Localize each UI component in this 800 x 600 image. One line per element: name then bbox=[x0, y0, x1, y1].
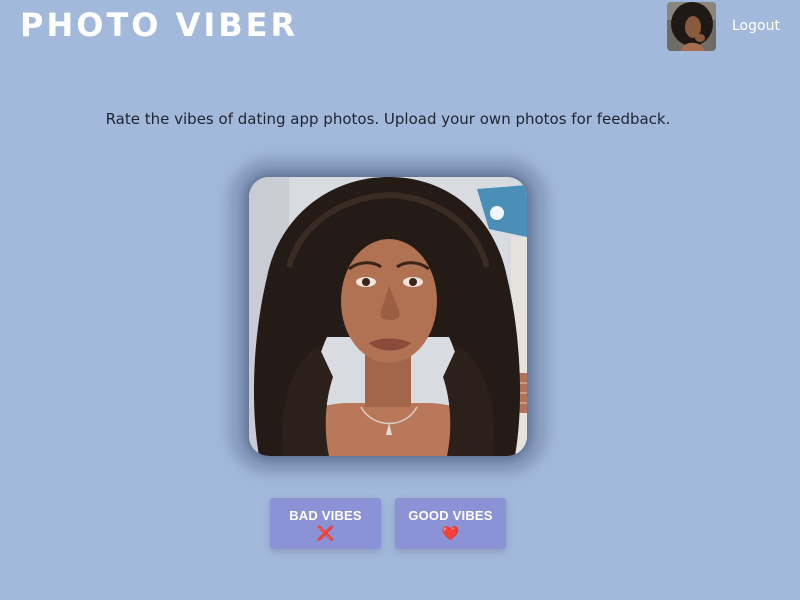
page-tagline: Rate the vibes of dating app photos. Upl… bbox=[105, 110, 671, 128]
avatar-image-icon bbox=[667, 2, 716, 51]
user-avatar[interactable] bbox=[667, 2, 716, 51]
good-vibes-label: GOOD VIBES bbox=[408, 508, 493, 523]
app-title: PHOTO VIBER bbox=[20, 6, 299, 44]
portrait-photo-icon bbox=[249, 177, 527, 456]
logout-link[interactable]: Logout bbox=[732, 17, 780, 35]
heart-icon: ❤️ bbox=[441, 526, 460, 542]
good-vibes-button[interactable]: GOOD VIBES ❤️ bbox=[395, 498, 506, 549]
bad-vibes-label: BAD VIBES bbox=[289, 508, 362, 523]
cross-mark-icon: ❌ bbox=[316, 526, 335, 542]
rated-photo bbox=[249, 177, 527, 456]
bad-vibes-button[interactable]: BAD VIBES ❌ bbox=[270, 498, 381, 549]
